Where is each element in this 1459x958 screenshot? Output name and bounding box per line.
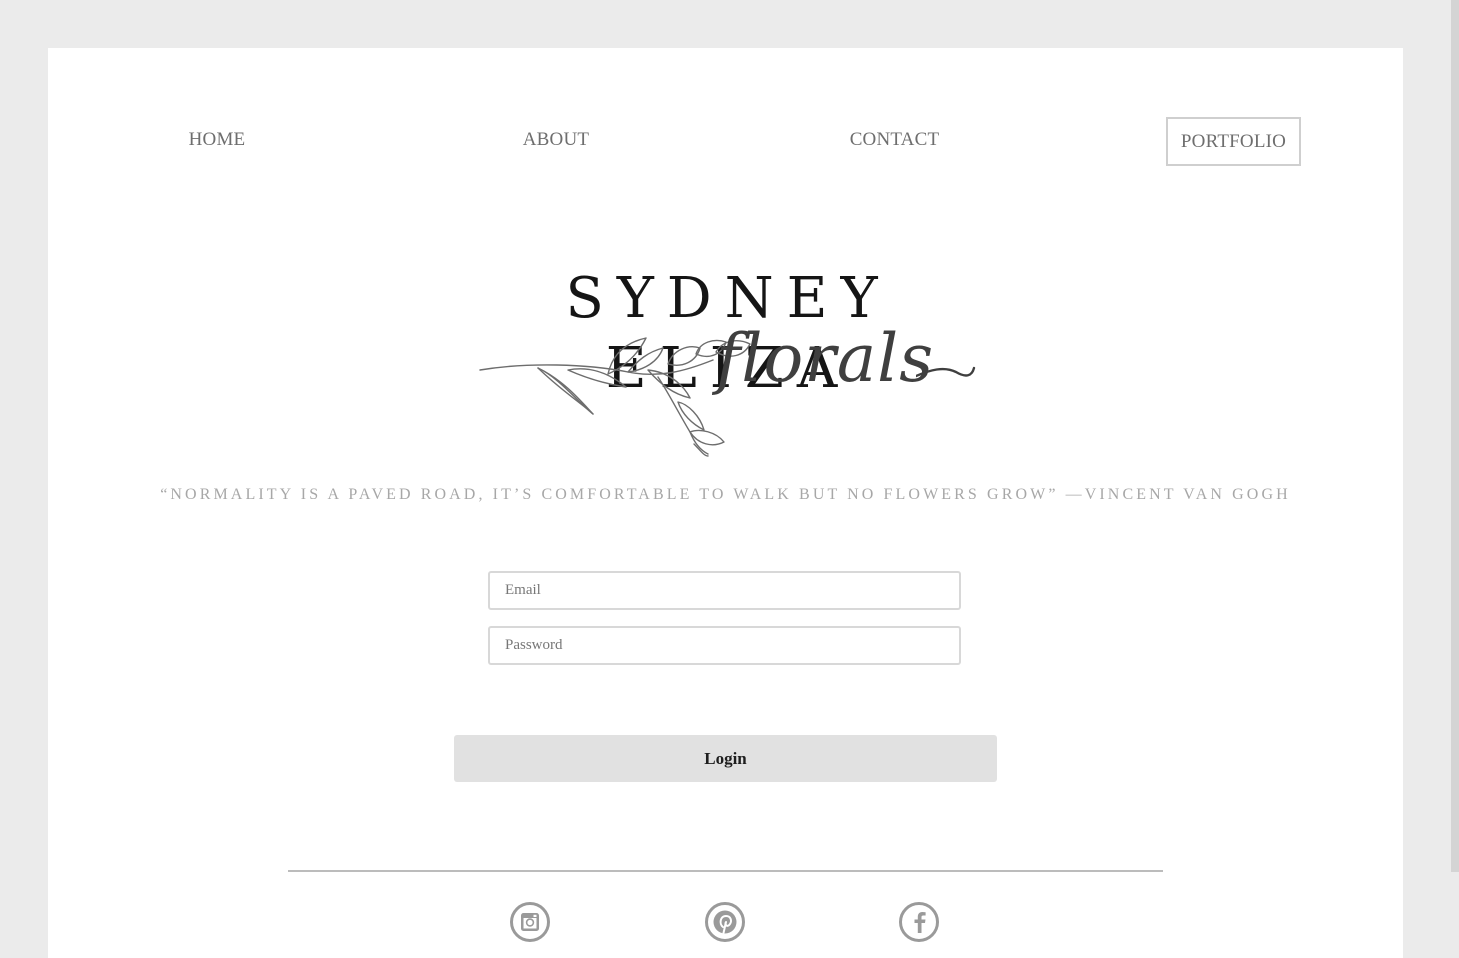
email-field[interactable] [488, 571, 961, 610]
nav-home[interactable]: HOME [168, 116, 266, 164]
scrollbar[interactable] [1451, 0, 1459, 872]
nav-portfolio[interactable]: PORTFOLIO [1166, 117, 1301, 166]
nav-contact[interactable]: CONTACT [838, 116, 951, 164]
password-field[interactable] [488, 626, 961, 665]
quote-text: “NORMALITY IS A PAVED ROAD, IT’S COMFORT… [160, 486, 1291, 503]
logo-script: florals [716, 320, 935, 397]
script-flourish-icon [916, 366, 976, 378]
page-container: HOME ABOUT CONTACT PORTFOLIO SYDNEY ELIZ… [48, 48, 1403, 958]
login-button[interactable]: Login [454, 735, 997, 782]
instagram-icon[interactable] [510, 902, 550, 942]
nav-about[interactable]: ABOUT [506, 116, 606, 164]
facebook-icon[interactable] [899, 902, 939, 942]
footer-divider [288, 870, 1163, 872]
pinterest-icon[interactable] [705, 902, 745, 942]
